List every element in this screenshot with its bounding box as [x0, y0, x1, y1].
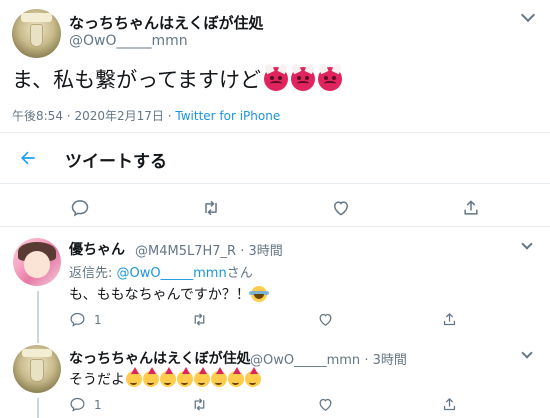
reply-icon[interactable] [70, 198, 90, 218]
reply-author-name[interactable]: なっちちゃんはえくぼが住処 [69, 348, 251, 368]
divider [0, 183, 550, 184]
divider [0, 132, 550, 133]
retweet-icon[interactable] [201, 198, 221, 218]
reply-count: 1 [94, 313, 102, 327]
party-face-emoji-icon [126, 367, 142, 387]
thread-connector-line [37, 291, 39, 343]
retweet-icon[interactable] [191, 311, 208, 328]
party-face-emoji-icon [211, 367, 227, 387]
page-title: ツイートする [65, 152, 167, 172]
like-heart-icon[interactable] [317, 311, 334, 328]
party-face-emoji-icon [160, 367, 176, 387]
reply-author-handle: @M4M5L7H7_R · 3時間 [135, 240, 283, 259]
reply-text: も、ももなちゃんですか？！ [69, 284, 269, 304]
party-face-emoji-icon [194, 367, 210, 387]
divider [0, 226, 550, 227]
like-heart-icon[interactable] [317, 396, 334, 413]
reply-menu-chevron-icon[interactable] [521, 238, 533, 250]
like-heart-icon[interactable] [331, 198, 351, 218]
replying-prefix: 返信先: [69, 266, 117, 281]
reply-separator: · [364, 353, 369, 368]
tweet-time[interactable]: 午後8:54 [12, 109, 63, 123]
reply-author-name[interactable]: 優ちゃん [69, 239, 125, 259]
reply-author-handle: @OwO_____mmn · 3時間 [250, 349, 407, 368]
share-icon[interactable] [441, 396, 458, 413]
party-face-emoji-icon [177, 367, 193, 387]
reply-time[interactable]: 3時間 [249, 244, 283, 259]
devil-face-emoji-icon [264, 67, 289, 91]
party-face-emoji-icon [228, 367, 244, 387]
tweet-meta: 午後8:54 · 2020年2月17日 · Twitter for iPhone [12, 107, 280, 124]
party-face-emoji-icon [245, 367, 261, 387]
tweet-text: ま、私も繋がってますけど [12, 64, 343, 94]
reply-separator: · [240, 244, 245, 259]
reply-author-avatar[interactable] [13, 238, 61, 286]
reply-menu-chevron-icon[interactable] [521, 347, 533, 359]
tweet-text-body: ま、私も繋がってますけど [12, 68, 262, 92]
reply-text-body: そうだよ [69, 372, 125, 388]
share-icon[interactable] [461, 198, 481, 218]
reply-icon[interactable] [69, 396, 86, 413]
meta-separator: · [167, 109, 172, 123]
party-face-emoji-icon [143, 367, 159, 387]
reply-text-body: も、ももなちゃんですか？！ [69, 287, 250, 303]
reply-time[interactable]: 3時間 [373, 353, 407, 368]
devil-face-emoji-icon [291, 67, 316, 91]
share-icon[interactable] [441, 311, 458, 328]
retweet-icon[interactable] [191, 396, 208, 413]
tweet-date[interactable]: 2020年2月17日 [74, 109, 163, 123]
replying-suffix: さん [226, 266, 253, 281]
tweet-source-link[interactable]: Twitter for iPhone [175, 109, 280, 123]
author-avatar[interactable] [12, 9, 61, 58]
meta-separator: · [66, 109, 71, 123]
thread-connector-line [37, 398, 39, 418]
reply-handle[interactable]: @M4M5L7H7_R [135, 244, 236, 259]
author-handle[interactable]: @OwO_____mmn [69, 33, 188, 49]
joy-emoji-icon [248, 286, 269, 302]
replying-to-link[interactable]: @OwO_____mmn [117, 266, 227, 281]
reply-icon[interactable] [69, 311, 86, 328]
reply-text: そうだよ [69, 367, 261, 389]
replying-to: 返信先: @OwO_____mmnさん [69, 262, 253, 281]
reply-count: 1 [94, 398, 102, 412]
author-name[interactable]: なっちちゃんはえくぼが住処 [69, 12, 264, 33]
back-arrow-icon[interactable] [18, 148, 38, 168]
reply-handle[interactable]: @OwO_____mmn [250, 353, 360, 368]
tweet-menu-chevron-icon[interactable] [520, 7, 536, 23]
devil-face-emoji-icon [318, 67, 343, 91]
reply-author-avatar[interactable] [13, 345, 61, 393]
